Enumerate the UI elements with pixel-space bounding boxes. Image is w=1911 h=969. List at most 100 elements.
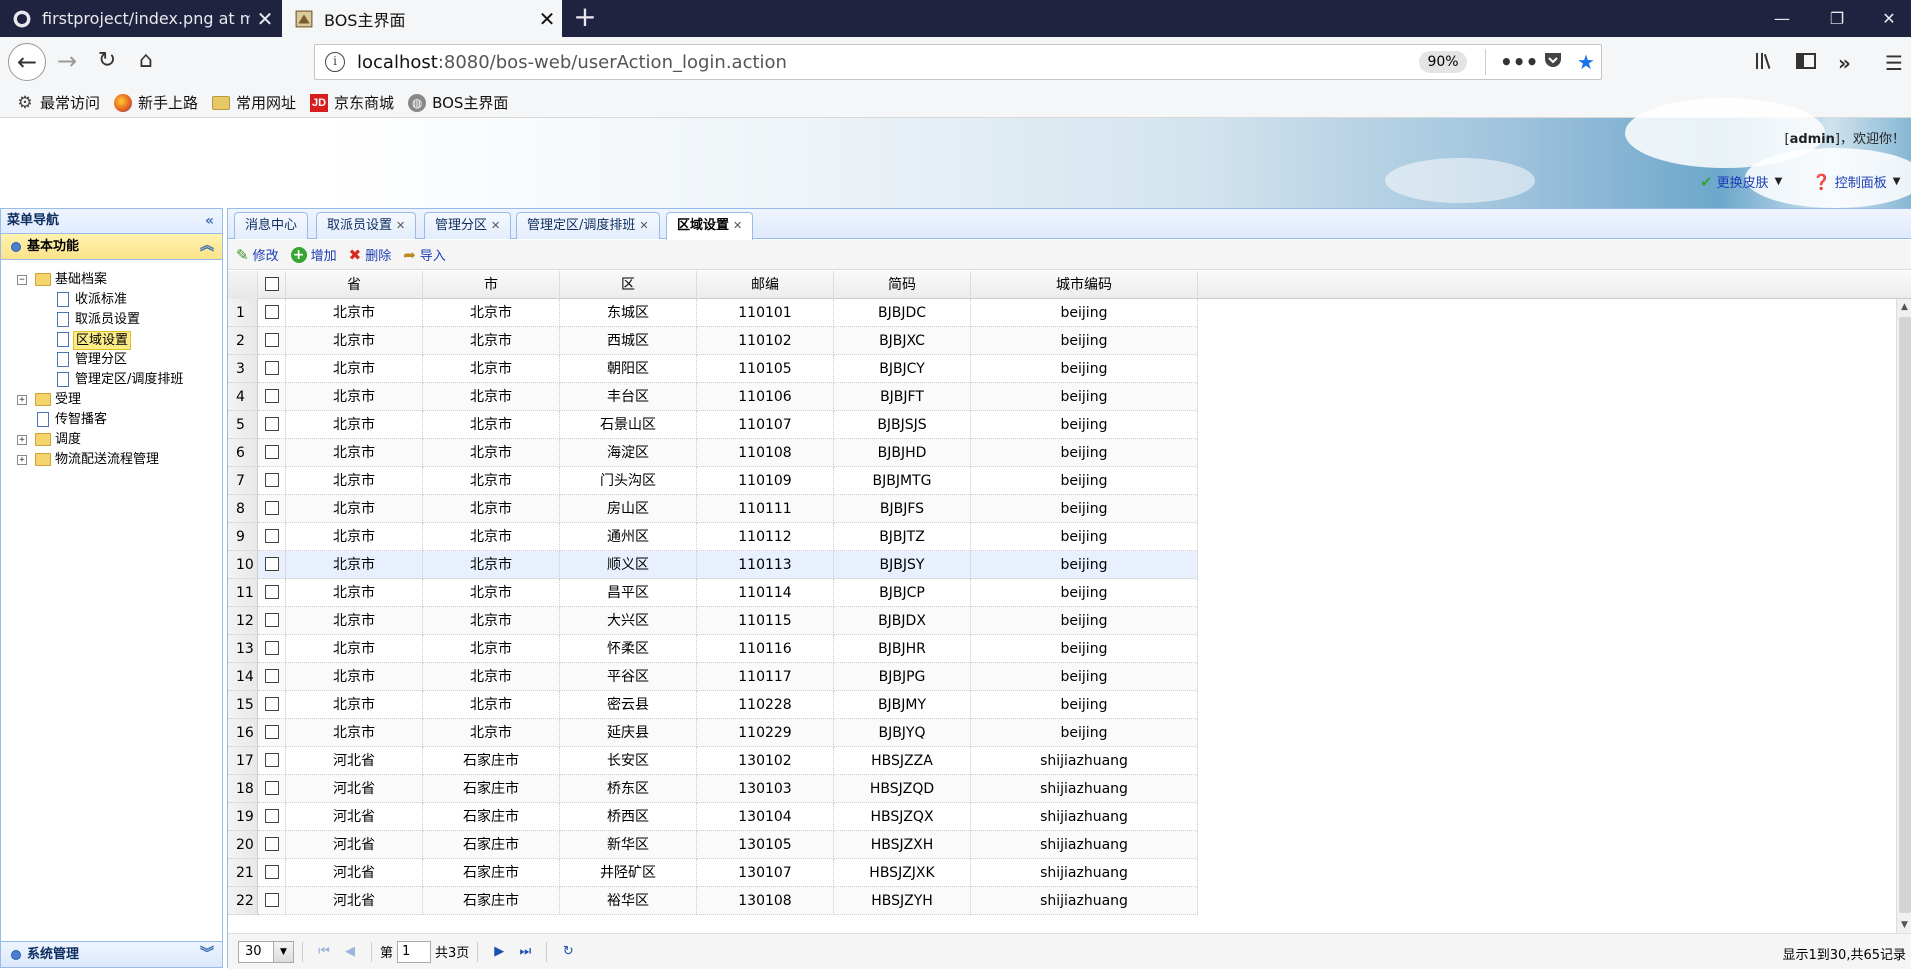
table-row[interactable]: 18 河北省 石家庄市 桥东区 130103 HBSJZQD shijiazhuang (228, 775, 1896, 803)
table-row[interactable]: 14 北京市 北京市 平谷区 110117 BJBJPG beijing (228, 663, 1896, 691)
row-checkbox-cell[interactable] (258, 355, 286, 383)
tree-node-basic-archive[interactable]: − 基础档案 (1, 270, 222, 290)
minimize-icon[interactable]: — (1753, 0, 1811, 37)
accordion-header[interactable]: 系统管理 ︾ (1, 941, 222, 967)
table-row[interactable]: 17 河北省 石家庄市 长安区 130102 HBSJZZA shijiazhuang (228, 747, 1896, 775)
forward-button[interactable]: → (48, 43, 86, 81)
select-all-checkbox[interactable] (264, 277, 279, 291)
row-checkbox[interactable] (264, 445, 279, 459)
row-checkbox-cell[interactable] (258, 467, 286, 495)
table-row[interactable]: 21 河北省 石家庄市 井陉矿区 130107 HBSJZJXK shijiazhuang (228, 859, 1896, 887)
row-checkbox[interactable] (264, 781, 279, 795)
table-row[interactable]: 5 北京市 北京市 石景山区 110107 BJBJSJS beijing (228, 411, 1896, 439)
row-checkbox-cell[interactable] (258, 859, 286, 887)
column-header-citycode[interactable]: 城市编码 (971, 271, 1198, 299)
tree-node-delivery-standard[interactable]: 收派标准 (1, 290, 222, 310)
tree-expand-icon[interactable]: + (17, 455, 27, 465)
row-checkbox-cell[interactable] (258, 551, 286, 579)
menu-icon[interactable]: ☰ (1885, 51, 1903, 75)
tab-manage-subarea[interactable]: 管理分区 ✕ (424, 212, 512, 239)
row-checkbox-cell[interactable] (258, 803, 286, 831)
row-checkbox[interactable] (264, 865, 279, 879)
row-checkbox[interactable] (264, 529, 279, 543)
page-number-input[interactable]: 1 (397, 940, 432, 963)
row-checkbox[interactable] (264, 669, 279, 683)
row-checkbox-cell[interactable] (258, 299, 286, 327)
back-button[interactable]: ← (8, 43, 46, 81)
pocket-icon[interactable] (1543, 50, 1563, 75)
scroll-thumb[interactable] (1899, 317, 1911, 913)
row-checkbox-cell[interactable] (258, 439, 286, 467)
scroll-up-icon[interactable]: ▲ (1897, 299, 1911, 315)
select-all-checkbox-cell[interactable] (258, 271, 286, 299)
bookmark-jd[interactable]: JD 京东商城 (310, 92, 394, 113)
row-checkbox[interactable] (264, 305, 279, 319)
column-header-city[interactable]: 市 (423, 271, 560, 299)
tree-node-region-settings[interactable]: 区域设置 (1, 330, 222, 350)
row-checkbox-cell[interactable] (258, 579, 286, 607)
tree-expand-icon[interactable]: + (17, 395, 27, 405)
bookmark-bos[interactable]: ◍ BOS主界面 (408, 92, 508, 113)
row-checkbox-cell[interactable] (258, 775, 286, 803)
tree-collapse-icon[interactable]: − (17, 275, 27, 285)
tree-node-logistics-flow[interactable]: + 物流配送流程管理 (1, 450, 222, 470)
row-checkbox-cell[interactable] (258, 635, 286, 663)
tab-courier-settings[interactable]: 取派员设置 ✕ (316, 212, 417, 239)
row-checkbox[interactable] (264, 585, 279, 599)
row-checkbox-cell[interactable] (258, 831, 286, 859)
expand-down-icon[interactable]: ︾ (200, 942, 214, 967)
table-row[interactable]: 2 北京市 北京市 西城区 110102 BJBJXC beijing (228, 327, 1896, 355)
tree-node-acceptance[interactable]: + 受理 (1, 390, 222, 410)
close-icon[interactable]: ✕ (733, 219, 742, 232)
row-checkbox[interactable] (264, 473, 279, 487)
table-row[interactable]: 7 北京市 北京市 门头沟区 110109 BJBJMTG beijing (228, 467, 1896, 495)
table-row[interactable]: 10 北京市 北京市 顺义区 110113 BJBJSY beijing (228, 551, 1896, 579)
sidebar-icon[interactable] (1796, 51, 1816, 76)
tree-node-dispatch[interactable]: + 调度 (1, 430, 222, 450)
close-icon[interactable]: ✕ (639, 219, 648, 232)
table-row[interactable]: 6 北京市 北京市 海淀区 110108 BJBJHD beijing (228, 439, 1896, 467)
close-icon[interactable]: ✕ (250, 7, 280, 31)
row-checkbox-cell[interactable] (258, 719, 286, 747)
column-header-postcode[interactable]: 邮编 (697, 271, 834, 299)
table-row[interactable]: 19 河北省 石家庄市 桥西区 130104 HBSJZQX shijiazhuang (228, 803, 1896, 831)
close-icon[interactable]: ✕ (491, 219, 500, 232)
scroll-down-icon[interactable]: ▼ (1897, 917, 1911, 933)
url-text[interactable]: localhost:8080/bos-web/userAction_login.… (357, 52, 787, 73)
row-checkbox-cell[interactable] (258, 607, 286, 635)
accordion-system-management[interactable]: 系统管理 ︾ (1, 941, 222, 967)
column-header-province[interactable]: 省 (286, 271, 423, 299)
tab-region-settings[interactable]: 区域设置 ✕ (666, 212, 754, 240)
table-row[interactable]: 8 北京市 北京市 房山区 110111 BJBJFS beijing (228, 495, 1896, 523)
tree-node-manage-fixed-area[interactable]: 管理定区/调度排班 (1, 370, 222, 390)
accordion-basic-functions[interactable]: 基本功能 ︽ (1, 234, 222, 260)
row-checkbox[interactable] (264, 753, 279, 767)
change-skin-menu[interactable]: ✔ 更换皮肤 ▼ (1700, 172, 1782, 192)
next-page-icon[interactable]: ▶ (488, 944, 510, 959)
table-row[interactable]: 9 北京市 北京市 通州区 110112 BJBJTZ beijing (228, 523, 1896, 551)
row-checkbox[interactable] (264, 501, 279, 515)
row-checkbox-cell[interactable] (258, 495, 286, 523)
browser-tab-bos[interactable]: BOS主界面 ✕ (282, 0, 562, 37)
bookmark-most-visited[interactable]: ⚙ 最常访问 (16, 92, 100, 113)
restore-icon[interactable]: ❐ (1808, 0, 1866, 37)
bookmark-getting-started[interactable]: 新手上路 (114, 92, 198, 113)
column-header-shortcode[interactable]: 简码 (834, 271, 971, 299)
first-page-icon[interactable]: ⏮ (313, 944, 335, 959)
chevron-down-icon[interactable]: ▼ (273, 941, 293, 962)
add-button[interactable]: + 增加 (290, 245, 337, 264)
row-checkbox[interactable] (264, 809, 279, 823)
row-checkbox[interactable] (264, 697, 279, 711)
row-checkbox[interactable] (264, 725, 279, 739)
refresh-icon[interactable]: ↻ (557, 944, 579, 959)
table-row[interactable]: 12 北京市 北京市 大兴区 110115 BJBJDX beijing (228, 607, 1896, 635)
row-checkbox-cell[interactable] (258, 383, 286, 411)
window-close-icon[interactable]: ✕ (1860, 0, 1911, 37)
library-icon[interactable] (1754, 51, 1776, 76)
new-tab-button[interactable]: + (570, 2, 600, 34)
edit-button[interactable]: ✎ 修改 (236, 245, 279, 265)
overflow-icon[interactable]: » (1838, 51, 1851, 75)
tab-message-center[interactable]: 消息中心 (234, 212, 309, 239)
row-checkbox[interactable] (264, 361, 279, 375)
row-checkbox-cell[interactable] (258, 663, 286, 691)
